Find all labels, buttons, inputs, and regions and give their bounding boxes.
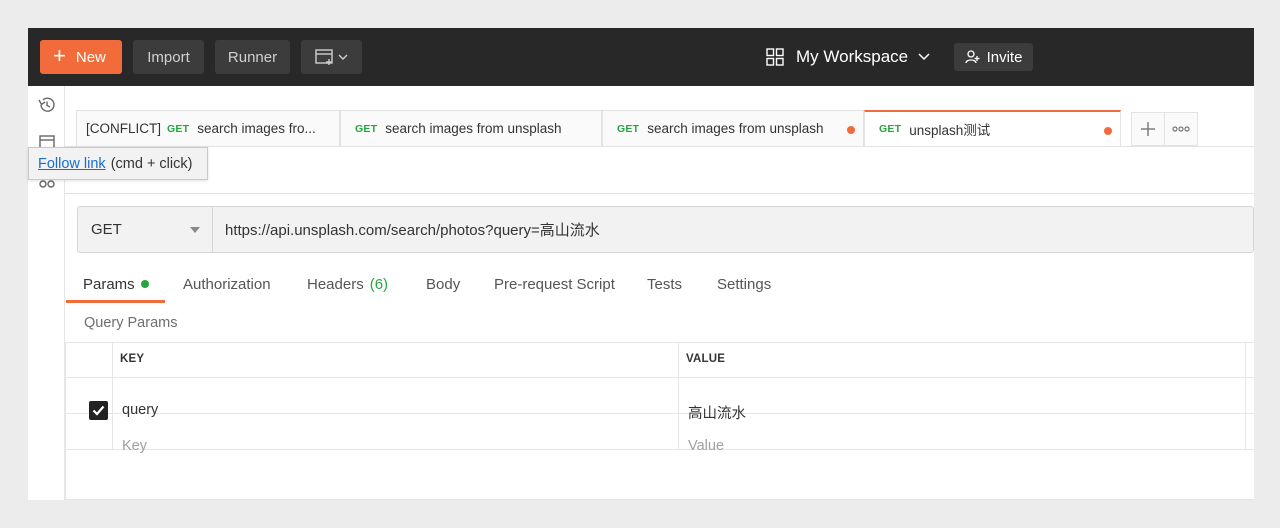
tabbar-divider <box>65 146 1254 147</box>
tab-settings[interactable]: Settings <box>717 276 771 293</box>
tab-prerequest-label: Pre-request Script <box>494 276 615 293</box>
app-window: + New Import Runner My Workspace Invite … <box>28 28 1254 500</box>
request-tab-3[interactable]: GET search images from unsplash <box>602 110 864 146</box>
method-select-value: GET <box>91 221 122 238</box>
new-button-label: New <box>75 48 106 66</box>
new-param-value-input[interactable]: Value <box>688 438 724 454</box>
new-window-icon <box>314 49 347 65</box>
workspace-selector[interactable]: My Workspace <box>766 44 930 70</box>
request-tab-1[interactable]: [CONFLICT] GET search images fro... <box>76 110 340 146</box>
subheader-divider <box>65 193 1254 194</box>
more-options-icon <box>1172 126 1190 132</box>
import-button[interactable]: Import <box>133 40 204 74</box>
tab-headers[interactable]: Headers (6) <box>307 276 388 293</box>
plus-icon <box>1141 122 1155 136</box>
tab-body-label: Body <box>426 276 461 293</box>
param-value-input[interactable]: 高山流水 <box>688 402 746 423</box>
table-border <box>678 342 679 450</box>
follow-link-tooltip: Follow link (cmd + click) <box>28 147 208 180</box>
tab-settings-label: Settings <box>717 276 772 293</box>
query-params-title: Query Params <box>84 315 178 331</box>
table-border <box>65 377 1254 378</box>
request-section-tabs: Params Authorization Headers (6) Body Pre… <box>65 266 1254 302</box>
request-url-bar: GET https://api.unsplash.com/search/phot… <box>77 206 1254 253</box>
params-active-dot <box>140 280 149 288</box>
request-tab-4[interactable]: GET unsplash测试 <box>864 110 1121 146</box>
table-border <box>1245 342 1246 450</box>
plus-icon: + <box>53 43 66 68</box>
key-column-header: KEY <box>120 353 145 365</box>
new-tab-button[interactable] <box>1131 112 1165 146</box>
tab-params-label: Params <box>83 276 135 293</box>
table-border <box>65 413 1254 414</box>
chevron-down-icon <box>918 53 930 61</box>
tab-title: search images from unsplash <box>385 121 562 136</box>
tab-tests-label: Tests <box>647 276 683 293</box>
follow-link-hint: (cmd + click) <box>110 155 193 172</box>
history-icon[interactable] <box>37 95 57 115</box>
follow-link[interactable]: Follow link <box>38 156 106 172</box>
param-key-input[interactable]: query <box>122 402 158 418</box>
tab-method: GET <box>617 122 640 135</box>
table-border <box>65 449 1254 450</box>
invite-button-label: Invite <box>986 48 1023 66</box>
tab-title: search images fro... <box>197 121 316 136</box>
tab-body[interactable]: Body <box>426 276 460 293</box>
tab-title: search images from unsplash <box>647 121 824 136</box>
tab-prerequest-script[interactable]: Pre-request Script <box>494 276 615 293</box>
new-window-button[interactable] <box>301 40 362 74</box>
tab-method: GET <box>167 122 190 135</box>
caret-down-icon <box>190 227 200 233</box>
unsaved-dot <box>1104 127 1112 135</box>
table-border <box>65 499 1254 500</box>
method-select[interactable]: GET <box>78 207 213 252</box>
query-params-table: KEY VALUE query 高山流水 Key Value <box>65 342 1254 500</box>
tab-method: GET <box>355 122 378 135</box>
tab-authorization[interactable]: Authorization <box>183 276 271 293</box>
tab-title: unsplash测试 <box>909 123 991 138</box>
tab-authorization-label: Authorization <box>183 276 271 293</box>
runner-button[interactable]: Runner <box>215 40 290 74</box>
tab-method: GET <box>879 123 902 135</box>
tab-options-button[interactable] <box>1164 112 1198 146</box>
active-tab-indicator <box>66 300 165 303</box>
top-toolbar: + New Import Runner My Workspace Invite <box>28 28 1254 86</box>
add-user-icon <box>964 50 980 64</box>
new-button[interactable]: + New <box>40 40 122 74</box>
tab-headers-label: Headers <box>307 276 364 293</box>
table-border <box>112 342 113 450</box>
invite-button[interactable]: Invite <box>954 43 1033 71</box>
runner-button-label: Runner <box>227 48 278 66</box>
table-border <box>65 342 66 500</box>
tab-params[interactable]: Params <box>83 276 149 293</box>
table-border <box>65 342 1254 343</box>
workspace-grid-icon <box>766 48 784 66</box>
tab-tests[interactable]: Tests <box>647 276 682 293</box>
checkmark-icon <box>92 405 105 416</box>
param-enabled-checkbox[interactable] <box>89 401 108 420</box>
value-column-header: VALUE <box>686 353 726 365</box>
headers-count: (6) <box>369 276 389 293</box>
workspace-label: My Workspace <box>796 47 909 66</box>
tab-conflict-label: [CONFLICT] <box>86 121 162 136</box>
url-input-value: https://api.unsplash.com/search/photos?q… <box>225 222 600 239</box>
request-tab-2[interactable]: GET search images from unsplash <box>340 110 602 146</box>
unsaved-dot <box>847 126 855 134</box>
new-param-key-input[interactable]: Key <box>122 438 147 454</box>
url-input[interactable]: https://api.unsplash.com/search/photos?q… <box>214 207 1244 252</box>
import-button-label: Import <box>147 48 190 66</box>
